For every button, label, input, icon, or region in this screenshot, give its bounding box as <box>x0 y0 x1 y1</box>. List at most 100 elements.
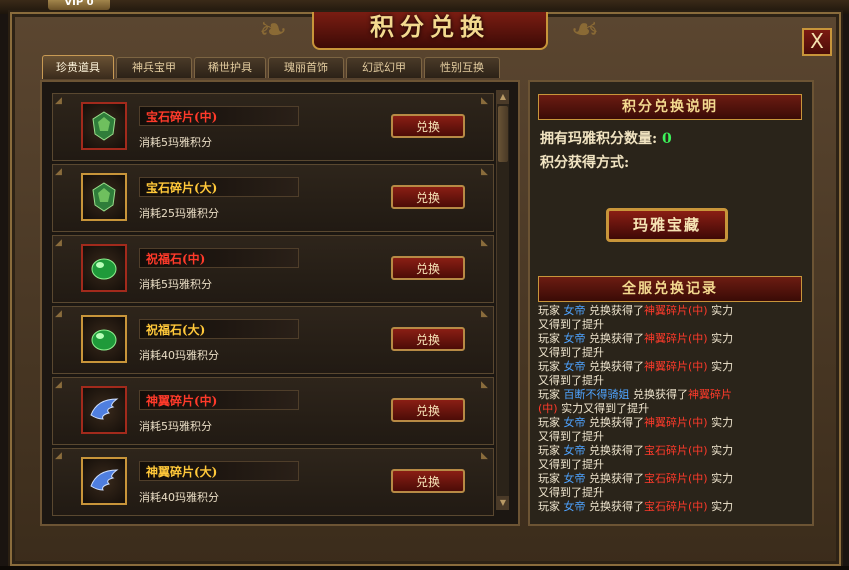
log-text: 又得到了提升 <box>538 458 604 471</box>
window-title: 积分兑换 <box>312 12 548 50</box>
item-name: 神翼碎片(中) <box>139 390 299 410</box>
corner-ornament-icon: ◢ <box>55 380 62 390</box>
exchange-button[interactable]: 兑换 <box>391 185 465 209</box>
log-text: 又得到了提升 <box>538 430 604 443</box>
blessing-stone-icon[interactable] <box>81 244 127 292</box>
wing-fragment-icon[interactable] <box>81 457 127 505</box>
item-name-text: 宝石碎片(中) <box>644 500 708 513</box>
corner-ornament-icon: ◣ <box>481 380 488 390</box>
log-text: 玩家 <box>538 500 564 513</box>
player-name-link[interactable]: 女帝 <box>564 444 586 457</box>
player-name-link[interactable]: 女帝 <box>564 332 586 345</box>
log-text: 实力 <box>707 332 734 345</box>
log-line: 玩家 女帝 兑换获得了神翼碎片(中) 实力 <box>538 304 804 318</box>
log-text: 实力又得到了提升 <box>557 402 650 415</box>
gem-fragment-icon[interactable] <box>81 102 127 150</box>
log-text: 玩家 <box>538 388 564 401</box>
log-line: 玩家 女帝 兑换获得了神翼碎片(中) 实力 <box>538 416 804 430</box>
item-name: 祝福石(中) <box>139 248 299 268</box>
log-line: 又得到了提升 <box>538 486 804 500</box>
log-text: 兑换获得了 <box>585 444 644 457</box>
wing-fragment-icon[interactable] <box>81 386 127 434</box>
tab-1[interactable]: 珍贵道具 <box>42 55 114 79</box>
log-text: 实力 <box>707 416 734 429</box>
close-button[interactable]: X <box>802 28 832 56</box>
item-name: 宝石碎片(中) <box>139 106 299 126</box>
scroll-up-icon[interactable]: ▲ <box>497 90 509 104</box>
points-value: 0 <box>662 131 672 147</box>
log-text: 玩家 <box>538 304 564 317</box>
log-text: 又得到了提升 <box>538 374 604 387</box>
log-line: 玩家 女帝 兑换获得了神翼碎片(中) 实力 <box>538 332 804 346</box>
tab-3[interactable]: 稀世护具 <box>194 57 266 78</box>
bottom-strip <box>0 566 849 570</box>
scroll-down-icon[interactable]: ▼ <box>497 496 509 510</box>
exchange-button[interactable]: 兑换 <box>391 114 465 138</box>
item-row: ◢ ◣ 神翼碎片(中) 消耗5玛雅积分 兑换 <box>52 377 494 445</box>
log-line: 玩家 女帝 兑换获得了神翼碎片(中) 实力 <box>538 360 804 374</box>
player-name-link[interactable]: 女帝 <box>564 472 586 485</box>
item-name-text: 神翼碎片(中) <box>644 332 708 345</box>
item-name-text: 神翼碎片(中) <box>644 360 708 373</box>
corner-ornament-icon: ◣ <box>481 96 488 106</box>
log-line: 又得到了提升 <box>538 346 804 360</box>
maya-treasure-button[interactable]: 玛雅宝藏 <box>606 208 728 242</box>
corner-ornament-icon: ◣ <box>481 309 488 319</box>
scroll-thumb[interactable] <box>498 106 508 162</box>
log-line: 玩家 女帝 兑换获得了宝石碎片(中) 实力 <box>538 444 804 458</box>
dragon-ornament-right-icon: ❧ <box>570 10 600 50</box>
log-text: 玩家 <box>538 332 564 345</box>
player-name-link[interactable]: 女帝 <box>564 416 586 429</box>
item-name-text: 神翼碎片 <box>688 388 732 401</box>
tab-4[interactable]: 瑰丽首饰 <box>268 57 344 78</box>
item-name-text: 神翼碎片(中) <box>644 416 708 429</box>
log-text: 又得到了提升 <box>538 346 604 359</box>
log-line: 又得到了提升 <box>538 430 804 444</box>
log-line: (中) 实力又得到了提升 <box>538 402 804 416</box>
item-cost: 消耗5玛雅积分 <box>139 136 212 149</box>
method-label: 积分获得方式: <box>540 155 630 171</box>
exchange-button[interactable]: 兑换 <box>391 398 465 422</box>
item-cost: 消耗40玛雅积分 <box>139 349 219 362</box>
exchange-button[interactable]: 兑换 <box>391 256 465 280</box>
item-name-text: 神翼碎片(中) <box>644 304 708 317</box>
player-name-link[interactable]: 女帝 <box>564 304 586 317</box>
log-text: 兑换获得了 <box>585 416 644 429</box>
log-line: 又得到了提升 <box>538 374 804 388</box>
corner-ornament-icon: ◢ <box>55 238 62 248</box>
log-text: 兑换获得了 <box>585 304 644 317</box>
log-line: 玩家 百断不得骑姐 兑换获得了神翼碎片 <box>538 388 804 402</box>
points-row: 拥有玛雅积分数量: 0 <box>540 128 672 148</box>
tab-6[interactable]: 性别互换 <box>424 57 500 78</box>
item-cost: 消耗5玛雅积分 <box>139 278 212 291</box>
item-cost: 消耗5玛雅积分 <box>139 420 212 433</box>
log-text: 玩家 <box>538 416 564 429</box>
item-name: 宝石碎片(大) <box>139 177 299 197</box>
gem-fragment-icon[interactable] <box>81 173 127 221</box>
item-name-text: (中) <box>538 402 558 415</box>
item-row: ◢ ◣ 宝石碎片(大) 消耗25玛雅积分 兑换 <box>52 164 494 232</box>
player-name-link[interactable]: 百断不得骑姐 <box>564 388 630 401</box>
tab-5[interactable]: 幻武幻甲 <box>346 57 422 78</box>
corner-ornament-icon: ◣ <box>481 451 488 461</box>
dragon-ornament-left-icon: ❧ <box>258 10 288 50</box>
points-label: 拥有玛雅积分数量: <box>540 131 658 147</box>
log-text: 兑换获得了 <box>585 500 644 513</box>
tab-2[interactable]: 神兵宝甲 <box>116 57 192 78</box>
player-name-link[interactable]: 女帝 <box>564 360 586 373</box>
item-list-scrollbar[interactable]: ▲ ▼ <box>496 90 509 510</box>
item-name-text: 宝石碎片(中) <box>644 444 708 457</box>
exchange-button[interactable]: 兑换 <box>391 327 465 351</box>
log-text: 实力 <box>707 444 734 457</box>
blessing-stone-icon[interactable] <box>81 315 127 363</box>
vip-badge: VIP 0 <box>48 0 110 10</box>
exchange-button[interactable]: 兑换 <box>391 469 465 493</box>
item-row: ◢ ◣ 祝福石(大) 消耗40玛雅积分 兑换 <box>52 306 494 374</box>
log-text: 实力 <box>707 360 734 373</box>
corner-ornament-icon: ◢ <box>55 451 62 461</box>
info-panel: 积分兑换说明 拥有玛雅积分数量: 0 积分获得方式: 玛雅宝藏 全服兑换记录 玩… <box>528 80 814 526</box>
log-text: 兑换获得了 <box>585 332 644 345</box>
player-name-link[interactable]: 女帝 <box>564 500 586 513</box>
log-text: 玩家 <box>538 472 564 485</box>
log-text: 实力 <box>707 500 734 513</box>
